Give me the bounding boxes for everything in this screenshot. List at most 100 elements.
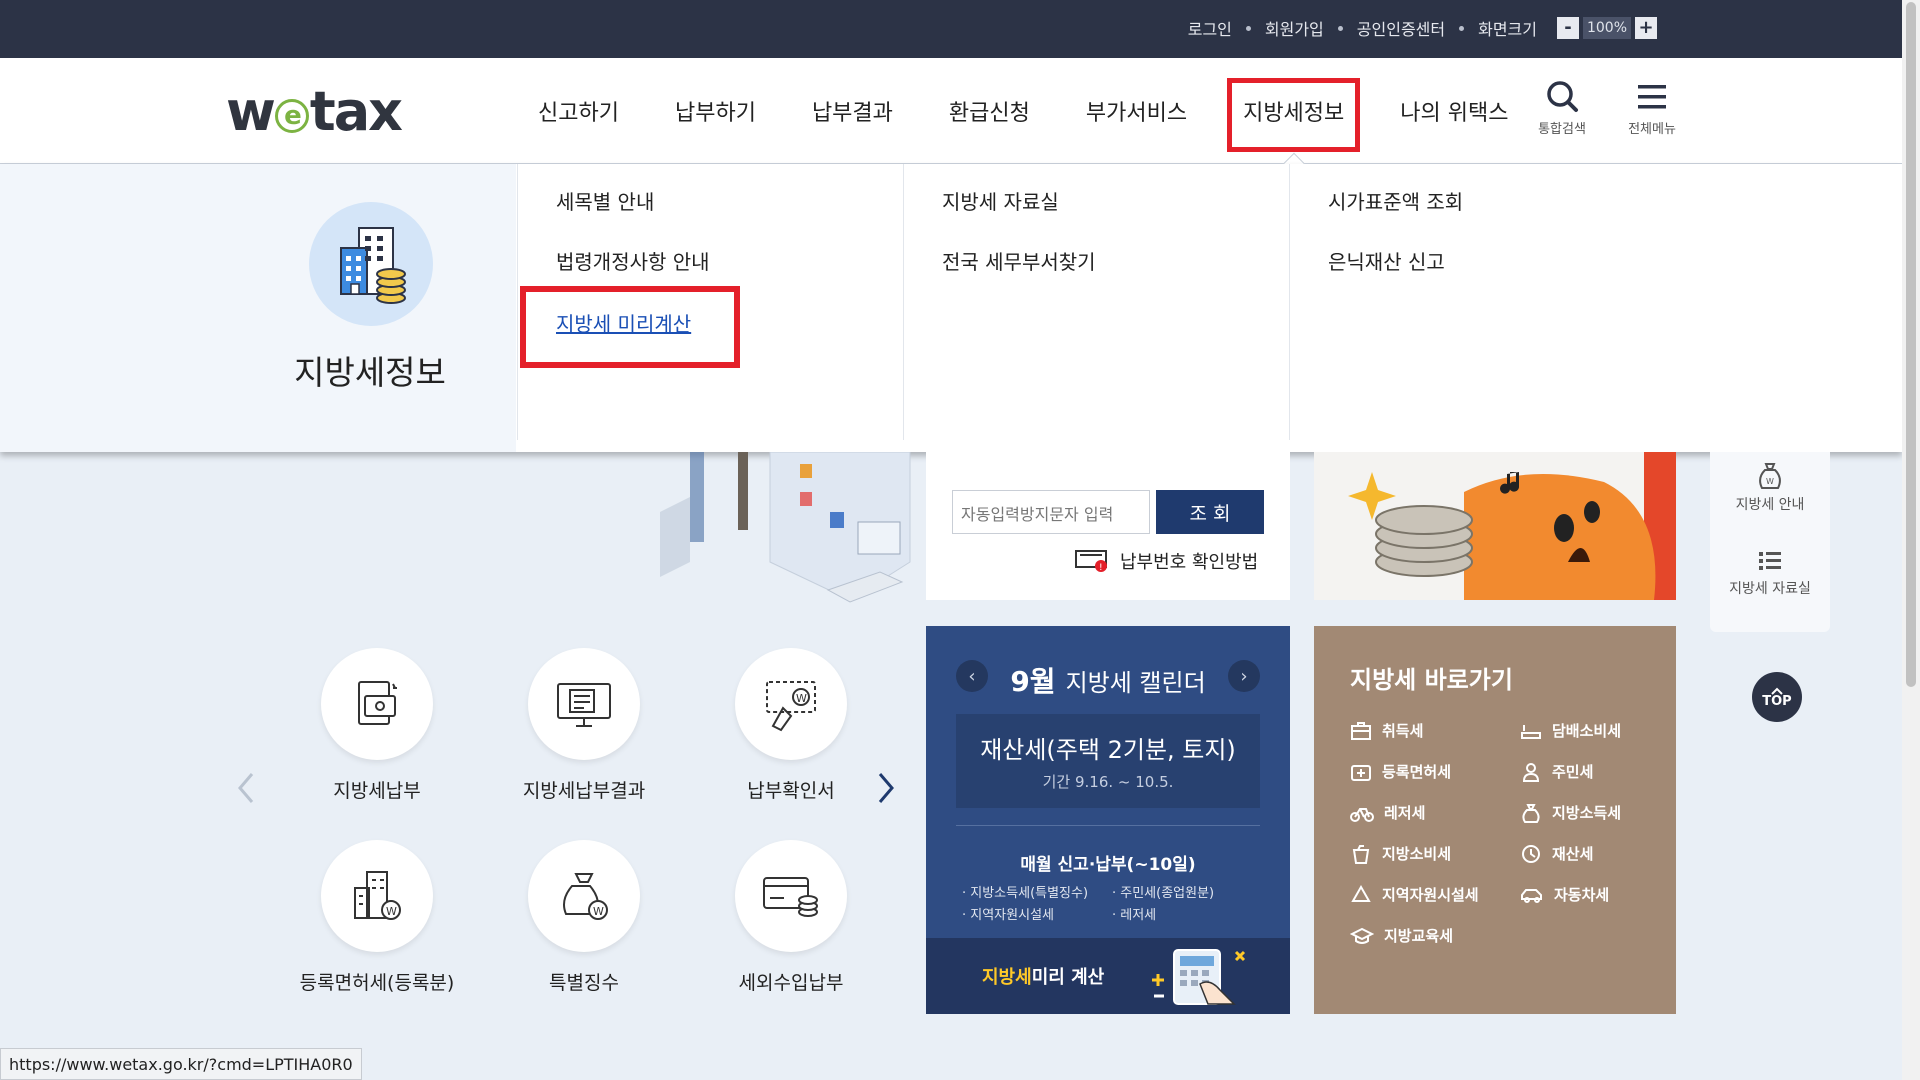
local-tax-calendar: ‹ 9월 지방세 캘린더 › 재산세(주택 2기분, 토지) 기간 9.16. … [926, 626, 1290, 1014]
calendar-next-button[interactable]: › [1228, 660, 1260, 692]
cup-icon [1352, 844, 1370, 864]
shortcut-resident-tax[interactable]: 주민세 [1520, 761, 1650, 782]
page-scrollbar[interactable] [1902, 0, 1920, 1080]
separator-dot [1337, 25, 1343, 31]
quick-local-tax-library[interactable]: 지방세 자료실 [1710, 548, 1830, 598]
list-item: · 지방소득세(특별징수) [962, 886, 1089, 901]
service-label: 지방세납부결과 [522, 780, 646, 802]
shortcut-local-income-tax[interactable]: 지방소득세 [1520, 802, 1650, 823]
shortcut-registration-license-tax[interactable]: 등록면허세 [1350, 761, 1520, 782]
query-button[interactable]: 조 회 [1156, 490, 1264, 534]
logo-e-mark: e [274, 98, 309, 133]
service-label: 특별징수 [549, 972, 619, 994]
screen-size-label: 화면크기 [1478, 20, 1537, 39]
service-special-collection[interactable]: W 특별징수 [499, 840, 669, 995]
event-title: 재산세(주택 2기분, 토지) [980, 736, 1236, 764]
service-label: 등록면허세(등록분) [299, 972, 455, 994]
chevron-left-icon [238, 773, 254, 803]
mascot-banner[interactable] [1314, 452, 1676, 600]
scroll-top-button[interactable]: TOP [1752, 672, 1802, 722]
shortcut-regional-resource-tax[interactable]: 지역자원시설세 [1350, 884, 1520, 905]
hamburger-icon [1638, 85, 1666, 109]
nav-label: 신고하기 [538, 101, 619, 126]
service-payment-result[interactable]: 지방세납부결과 [499, 648, 669, 803]
nav-my-wetax[interactable]: 나의 위택스 [1372, 58, 1536, 164]
link-find-tax-office[interactable]: 전국 세무부서찾기 [942, 246, 1096, 275]
nav-label: 나의 위택스 [1400, 101, 1509, 126]
quick-local-tax-guide[interactable]: W 지방세 안내 [1710, 462, 1830, 514]
svg-text:W: W [1766, 477, 1774, 486]
dropdown-column-3: 시가표준액 조회 은닉재산 신고 [1289, 164, 1675, 440]
link-hidden-asset-report[interactable]: 은닉재산 신고 [1328, 246, 1445, 275]
menu-label: 전체메뉴 [1628, 122, 1676, 137]
dropdown-column-2: 지방세 자료실 전국 세무부서찾기 [903, 164, 1289, 440]
search-label: 통합검색 [1538, 122, 1586, 137]
shortcut-local-education-tax[interactable]: 지방교육세 [1350, 925, 1520, 946]
service-registration-license-tax[interactable]: W 등록면허세(등록분) [292, 840, 462, 995]
link-local-tax-library[interactable]: 지방세 자료실 [942, 186, 1059, 215]
shortcut-label: 지방교육세 [1384, 927, 1454, 945]
nav-payment-result[interactable]: 납부결과 [784, 58, 921, 164]
shortcut-acquisition-tax[interactable]: 취득세 [1350, 720, 1520, 741]
shortcut-label: 취득세 [1382, 722, 1424, 740]
shortcut-vehicle-tax[interactable]: 자동차세 [1520, 884, 1650, 905]
shortcut-label: 자동차세 [1554, 886, 1610, 904]
logo-text-w: w [226, 80, 276, 143]
separator-dot [1459, 25, 1465, 31]
pay-number-help-link[interactable]: ! 납부번호 확인방법 [1074, 548, 1258, 574]
zoom-control: - 100% + [1557, 17, 1657, 39]
status-bar-url: https://www.wetax.go.kr/?cmd=LPTIHA0R0 [0, 1048, 362, 1080]
zoom-in-button[interactable]: + [1635, 17, 1657, 39]
zoom-out-button[interactable]: - [1557, 17, 1579, 39]
car-icon [1521, 888, 1542, 903]
money-bag-icon: W [1759, 463, 1781, 489]
search-icon [1547, 81, 1578, 112]
service-non-tax-revenue[interactable]: 세외수입납부 [706, 840, 876, 995]
service-icon-circle [528, 648, 640, 760]
precalc-banner[interactable]: 지방세 미리 계산 [926, 938, 1290, 1014]
calendar-event-card[interactable]: 재산세(주택 2기분, 토지) 기간 9.16. ~ 10.5. [956, 714, 1260, 808]
link-law-revision-guide[interactable]: 법령개정사항 안내 [556, 246, 710, 275]
header-tools: 통합검색 전체메뉴 [1532, 80, 1682, 137]
carousel-prev-arrow[interactable] [236, 770, 256, 814]
login-link[interactable]: 로그인 [1188, 16, 1232, 40]
utility-links: 로그인 회원가입 공인인증센터 화면크기 - 100% + [1188, 16, 1657, 40]
link-tax-item-guide[interactable]: 세목별 안내 [556, 186, 654, 215]
monthly-report-list: · 지방소득세(특별징수) · 주민세(종업원분) · 지역자원시설세 · 레저… [962, 882, 1262, 923]
receipt-alert-icon: ! [1075, 550, 1107, 573]
service-label: 지방세납부 [333, 780, 421, 802]
scrollbar-thumb[interactable] [1906, 2, 1916, 687]
nav-label: 부가서비스 [1085, 101, 1188, 126]
signup-link[interactable]: 회원가입 [1265, 16, 1324, 40]
cert-center-link[interactable]: 공인인증센터 [1357, 16, 1445, 40]
link-standard-price-lookup[interactable]: 시가표준액 조회 [1328, 186, 1463, 215]
nav-label: 납부결과 [811, 101, 893, 126]
svg-text:W: W [386, 905, 397, 918]
shortcut-label: 레저세 [1384, 804, 1426, 822]
chevron-right-icon [878, 773, 894, 803]
shortcut-label: 지방소비세 [1382, 845, 1452, 863]
payment-lookup-box: 자동입력방지문자 입력 조 회 ! 납부번호 확인방법 [926, 452, 1290, 600]
nav-refund[interactable]: 환급신청 [921, 58, 1058, 164]
local-tax-shortcuts: 지방세 바로가기 취득세 담배소비세 등록면허세 주민세 레저세 지방소득세 지… [1314, 626, 1676, 1014]
captcha-input[interactable]: 자동입력방지문자 입력 [952, 490, 1150, 534]
all-menu-button[interactable]: 전체메뉴 [1622, 80, 1682, 137]
nav-payment[interactable]: 납부하기 [647, 58, 784, 164]
shortcut-property-tax[interactable]: 재산세 [1520, 843, 1650, 864]
service-icon-circle: W [735, 648, 847, 760]
shortcut-local-consumption-tax[interactable]: 지방소비세 [1350, 843, 1520, 864]
nav-label: 환급신청 [948, 101, 1030, 126]
service-payment-certificate[interactable]: W 납부확인서 [706, 648, 876, 803]
shortcut-tobacco-tax[interactable]: 담배소비세 [1520, 720, 1650, 741]
service-icon-circle [321, 648, 433, 760]
nav-report[interactable]: 신고하기 [510, 58, 647, 164]
search-button[interactable]: 통합검색 [1532, 80, 1592, 137]
wetax-logo[interactable]: w e tax [226, 80, 403, 143]
nav-extra-services[interactable]: 부가서비스 [1058, 58, 1215, 164]
carousel-next-arrow[interactable] [876, 770, 896, 814]
service-tax-payment[interactable]: 지방세납부 [292, 648, 462, 803]
clock-icon [1522, 844, 1540, 863]
shortcut-leisure-tax[interactable]: 레저세 [1350, 802, 1520, 823]
nav-local-tax-info[interactable]: 지방세정보 [1215, 58, 1372, 176]
zoom-value: 100% [1583, 17, 1631, 39]
